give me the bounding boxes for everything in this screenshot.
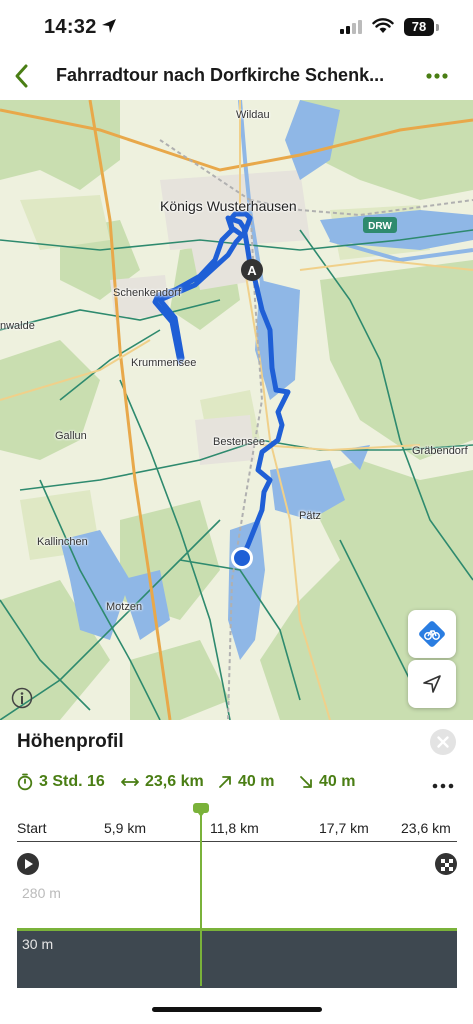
checkered-flag-icon: [441, 859, 453, 871]
map-info-button[interactable]: [11, 687, 33, 709]
map-view[interactable]: A DRW Wildau Königs Wusterhausen Schenke…: [0, 100, 473, 720]
locate-me-button[interactable]: [408, 660, 456, 708]
distance-axis-line: [17, 841, 457, 842]
distance-tick: 5,9 km: [104, 820, 147, 836]
battery-cap: [436, 24, 439, 31]
stat-ascent: 40 m: [218, 773, 274, 791]
more-horizontal-icon: [426, 73, 448, 79]
bicycle-icon: [419, 621, 445, 647]
info-icon: [11, 687, 33, 709]
chevron-left-icon: [15, 64, 28, 88]
place-label-schenkendorf: Schenkendorf: [113, 287, 181, 299]
drw-badge-label: DRW: [368, 221, 392, 232]
back-button[interactable]: [8, 60, 36, 92]
place-label-graebendorf: Gräbendorf: [412, 445, 468, 457]
cursor-handle-icon[interactable]: [193, 803, 209, 817]
more-horizontal-icon: [432, 783, 454, 789]
arrow-up-right-icon: [219, 776, 231, 788]
stat-duration: 3 Std. 16: [17, 773, 105, 791]
distance-axis: Start 5,9 km 11,8 km 17,7 km 23,6 km: [17, 820, 457, 840]
stat-descent-value: 40 m: [319, 773, 356, 790]
stat-distance: 23,6 km: [121, 773, 204, 791]
wifi-icon: [372, 18, 394, 33]
elevation-profile-area[interactable]: [17, 929, 457, 988]
distance-tick: 11,8 km: [210, 820, 259, 836]
place-label-bestensee: Bestensee: [213, 436, 265, 448]
place-label-kallinchen: Kallinchen: [37, 536, 88, 548]
distance-tick: 23,6 km: [401, 820, 451, 836]
elevation-profile-line: [17, 928, 457, 931]
more-options-button[interactable]: [424, 64, 450, 88]
place-label-koenigs-wusterhausen: Königs Wusterhausen: [160, 198, 297, 214]
location-arrow-icon: [102, 19, 116, 33]
distance-tick: Start: [17, 820, 47, 836]
stat-duration-value: 3 Std. 16: [39, 773, 105, 790]
profile-options-button[interactable]: [432, 778, 454, 789]
close-icon: [437, 736, 449, 748]
elevation-min-label: 30 m: [22, 936, 54, 952]
place-label-motzen: Motzen: [106, 601, 143, 613]
nav-bar: Fahrradtour nach Dorfkirche Schenk...: [0, 52, 473, 100]
stopwatch-icon: [17, 773, 33, 791]
distance-arrows-icon: [121, 778, 139, 786]
place-label-wildau: Wildau: [236, 109, 270, 121]
place-label-gallun: Gallun: [55, 430, 87, 442]
sheet-title: Höhenprofil: [17, 731, 124, 752]
status-bar: 14:32 78: [0, 0, 473, 52]
marker-a-label: A: [247, 263, 257, 278]
stat-ascent-value: 40 m: [238, 773, 275, 790]
play-icon: [25, 859, 33, 869]
stat-descent: 40 m: [299, 773, 355, 791]
battery-indicator: 78: [404, 18, 434, 36]
home-indicator: [152, 1007, 322, 1012]
status-time: 14:32: [44, 16, 97, 38]
place-label-krummensee: Krummensee: [131, 357, 197, 369]
page-title: Fahrradtour nach Dorfkirche Schenk...: [56, 65, 385, 85]
place-label-paetz: Pätz: [299, 510, 322, 522]
navigation-arrow-icon: [423, 675, 441, 693]
start-flag: [17, 853, 39, 875]
cycle-layer-button[interactable]: [408, 610, 456, 658]
elevation-profile-sheet: Höhenprofil 3 Std. 16 23,6 km 40 m 40 m …: [0, 720, 473, 1024]
profile-position-cursor[interactable]: [200, 812, 202, 986]
map-canvas[interactable]: A DRW: [0, 100, 473, 720]
distance-tick: 17,7 km: [319, 820, 369, 836]
stat-distance-value: 23,6 km: [145, 773, 204, 790]
finish-flag: [435, 853, 457, 875]
close-sheet-button[interactable]: [430, 729, 456, 755]
place-label-wernsdorf: nwalde: [0, 320, 35, 332]
arrow-down-right-icon: [300, 776, 312, 788]
elevation-max-label: 280 m: [22, 885, 61, 901]
cellular-signal-icon: [340, 20, 362, 34]
